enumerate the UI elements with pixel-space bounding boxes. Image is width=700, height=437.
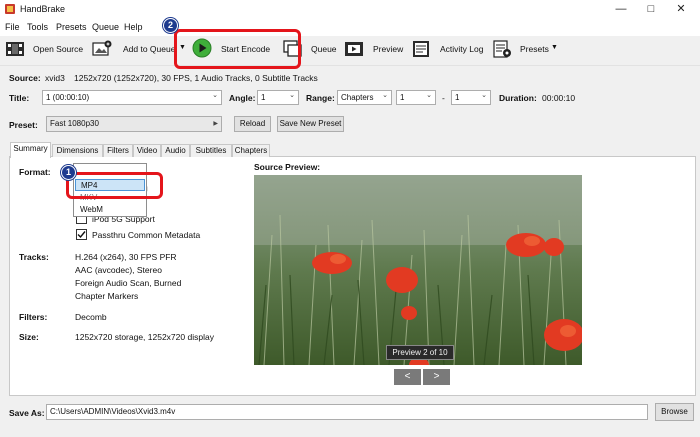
angle-label: Angle: [229,93,256,103]
chevron-down-icon: ⌄ [382,92,388,99]
presets-dropdown-icon[interactable]: ▼ [551,44,558,51]
preview-next-button[interactable]: > [423,369,450,385]
minimize-icon[interactable]: — [606,0,636,18]
source-info: 1252x720 (1252x720), 30 FPS, 1 Audio Tra… [74,73,318,83]
source-label: Source: [9,73,41,83]
menu-queue[interactable]: Queue [92,22,119,32]
tab-audio[interactable]: Audio [161,144,190,157]
filters-value: Decomb [75,312,107,322]
chevron-down-icon: ⌄ [481,92,487,99]
range-type-select[interactable]: Chapters ⌄ [337,90,392,105]
save-as-path: C:\Users\ADMIN\Videos\Xvid3.m4v [50,407,176,416]
source-name: xvid3 [45,73,65,83]
title-select[interactable]: 1 (00:00:10) ⌄ [42,90,222,105]
window-title: HandBrake [20,4,66,14]
tracks-label: Tracks: [19,252,49,262]
source-preview-label: Source Preview: [254,162,321,172]
preset-select-value: Fast 1080p30 [50,119,99,128]
menu-file[interactable]: File [5,22,20,32]
size-label: Size: [19,332,39,342]
title-bar [0,0,700,18]
handbrake-app-icon [5,4,15,14]
range-label: Range: [306,93,335,103]
range-start-select[interactable]: 1 ⌄ [396,90,436,105]
track-item: AAC (avcodec), Stereo [75,265,162,275]
preview-counter: Preview 2 of 10 [386,345,454,360]
range-end-value: 1 [455,93,460,102]
preview-previous-button[interactable]: < [394,369,421,385]
menu-tools[interactable]: Tools [27,22,48,32]
highlight-box-format [66,172,163,199]
tab-filters[interactable]: Filters [103,144,133,157]
save-new-preset-button[interactable]: Save New Preset [277,116,344,132]
menu-presets[interactable]: Presets [56,22,87,32]
maximize-icon[interactable]: □ [636,0,666,18]
track-item: Chapter Markers [75,291,139,301]
activity-log-icon[interactable] [411,40,431,58]
open-source-button[interactable]: Open Source [33,44,83,54]
save-as-label: Save As: [9,408,45,418]
add-to-queue-button[interactable]: Add to Queue [123,44,175,54]
tab-video[interactable]: Video [133,144,161,157]
chevron-down-icon: ⌄ [212,92,218,99]
range-separator: - [442,93,445,103]
highlight-box-start-encode [174,29,301,69]
passthru-metadata-checkbox[interactable] [76,229,87,240]
browse-button[interactable]: Browse [655,403,694,421]
filters-label: Filters: [19,312,48,322]
queue-button[interactable]: Queue [311,44,337,54]
add-to-queue-icon[interactable] [92,40,112,58]
tab-dimensions[interactable]: Dimensions [52,144,103,157]
preview-button[interactable]: Preview [373,44,403,54]
preview-icon[interactable] [344,40,364,58]
checkmark-icon [77,231,86,239]
angle-select[interactable]: 1 ⌄ [257,90,299,105]
chevron-down-icon: ⌄ [289,92,295,99]
track-item: H.264 (x264), 30 FPS PFR [75,252,177,262]
activity-log-button[interactable]: Activity Log [440,44,483,54]
preset-select[interactable]: Fast 1080p30 ▶ [46,116,222,132]
angle-select-value: 1 [261,93,266,102]
format-label: Format: [19,167,51,177]
chevron-down-icon: ⌄ [426,92,432,99]
source-preview-image [254,175,582,365]
presets-button[interactable]: Presets [520,44,549,54]
caret-right-icon: ▶ [213,121,218,127]
save-as-input[interactable]: C:\Users\ADMIN\Videos\Xvid3.m4v [46,404,648,420]
track-item: Foreign Audio Scan, Burned [75,278,182,288]
range-type-value: Chapters [341,93,374,102]
tab-subtitles[interactable]: Subtitles [190,144,232,157]
presets-icon[interactable] [492,40,512,58]
reload-button[interactable]: Reload [234,116,271,132]
title-select-value: 1 (00:00:10) [46,93,90,102]
range-end-select[interactable]: 1 ⌄ [451,90,491,105]
tab-summary[interactable]: Summary [10,142,51,158]
open-source-icon[interactable] [5,40,25,58]
format-option-webm[interactable]: WebM [75,204,145,216]
preset-label: Preset: [9,120,38,130]
passthru-metadata-label: Passthru Common Metadata [92,230,201,240]
tab-chapters[interactable]: Chapters [232,144,270,157]
duration-label: Duration: [499,93,537,103]
size-value: 1252x720 storage, 1252x720 display [75,332,214,342]
close-icon[interactable]: ✕ [666,0,696,18]
range-start-value: 1 [400,93,405,102]
step-badge-2: 2 [163,18,178,33]
duration-value: 00:00:10 [542,93,576,103]
menu-help[interactable]: Help [124,22,143,32]
title-label: Title: [9,93,30,103]
step-badge-1: 1 [61,165,76,180]
